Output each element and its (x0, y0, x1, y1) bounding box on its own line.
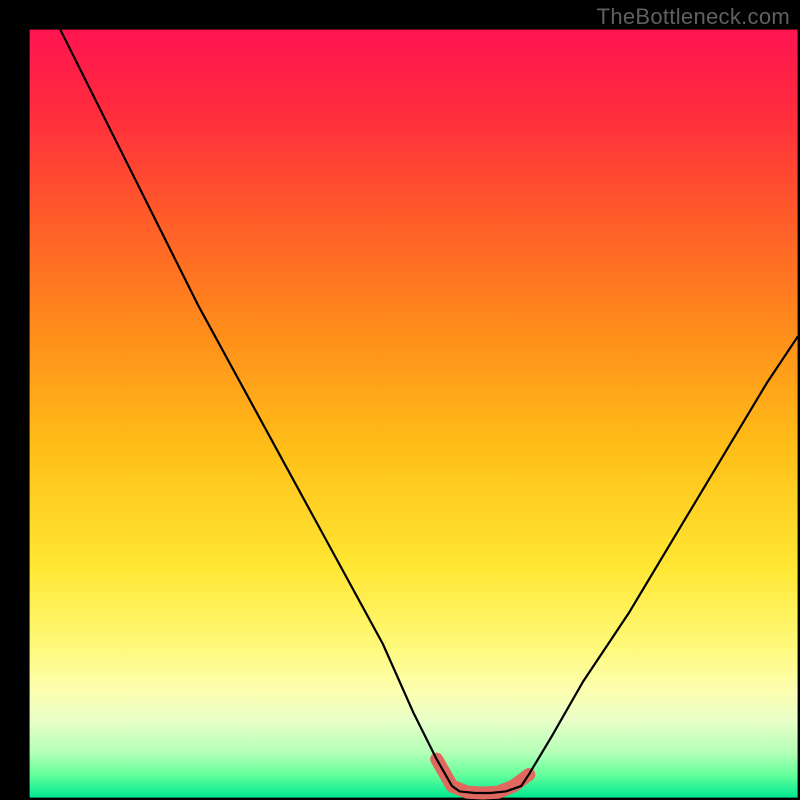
plot-background (30, 30, 798, 798)
watermark-label: TheBottleneck.com (597, 4, 790, 30)
bottleneck-plot (0, 0, 800, 800)
chart-stage: TheBottleneck.com (0, 0, 800, 800)
